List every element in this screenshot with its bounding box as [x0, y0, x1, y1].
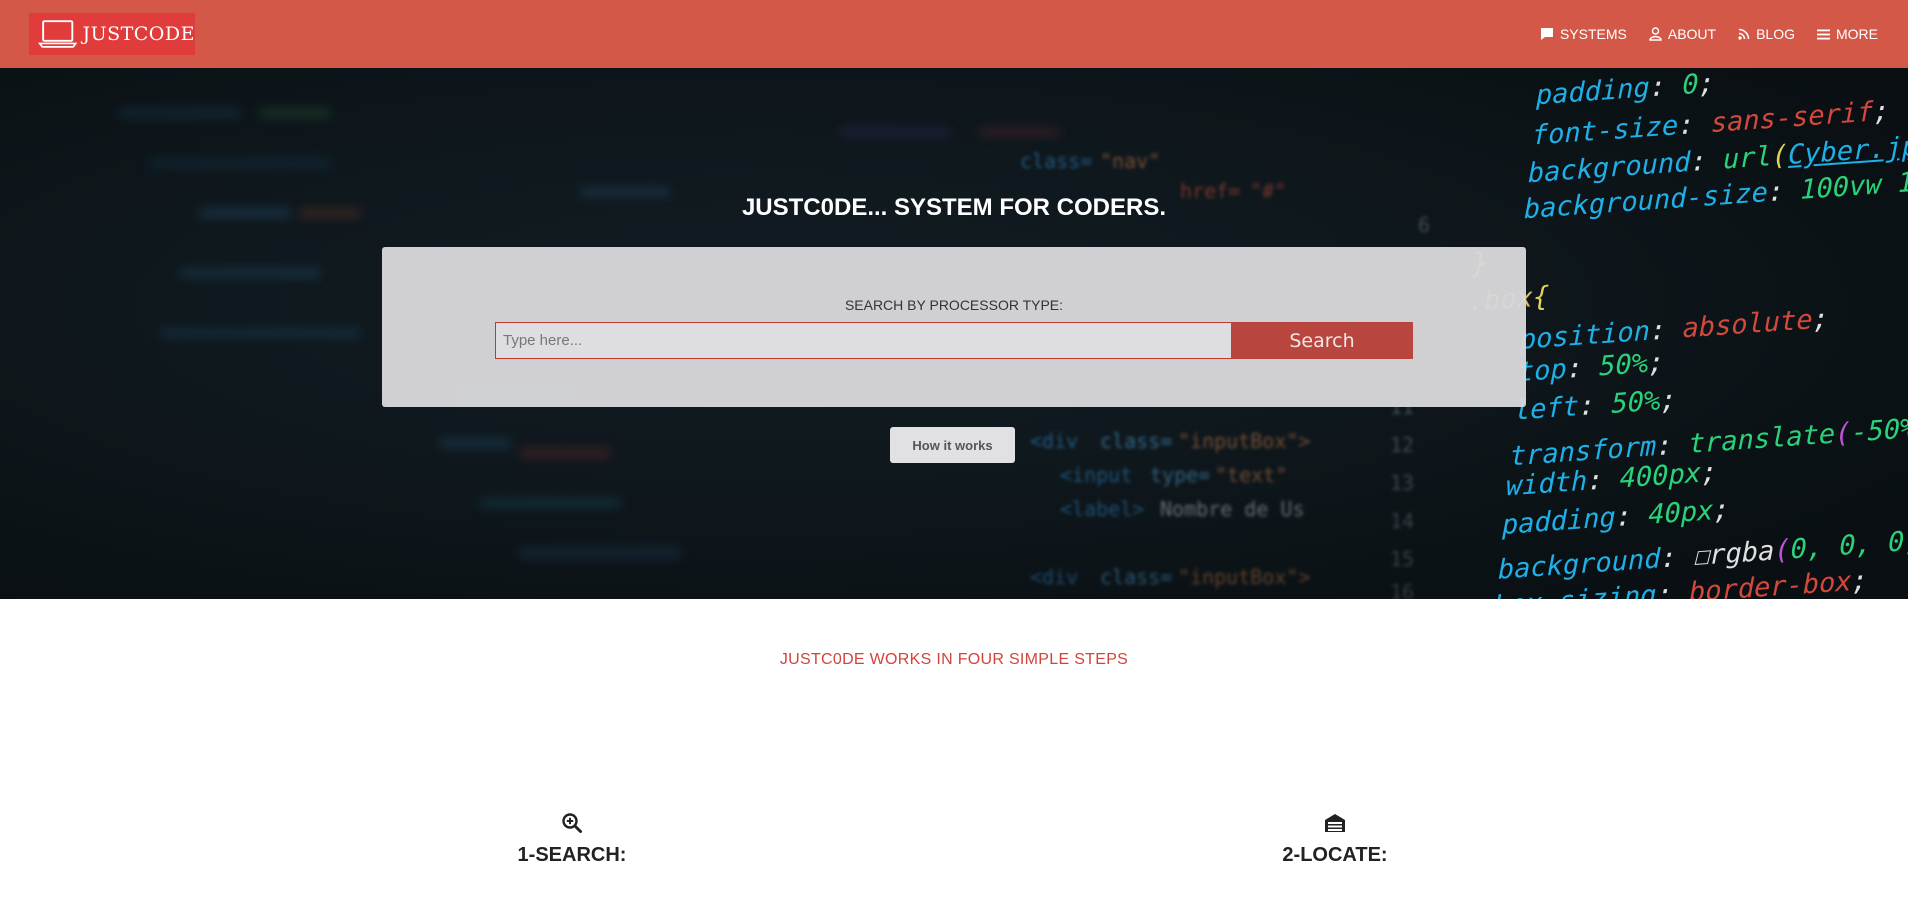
step-search: 1-SEARCH:: [422, 812, 722, 867]
rss-icon: [1738, 28, 1750, 40]
garage-icon: [1325, 814, 1345, 832]
nav-more-label: MORE: [1836, 26, 1878, 42]
nav-systems[interactable]: SYSTEMS: [1540, 26, 1627, 42]
nav-blog-label: BLOG: [1756, 26, 1795, 42]
hero-section: <div class= "inputBox"> <input type= "te…: [0, 68, 1908, 599]
search-panel: SEARCH BY PROCESSOR TYPE: Search: [382, 247, 1526, 407]
menu-icon: [1817, 29, 1830, 39]
hero-title: JUSTC0DE... SYSTEM FOR CODERS.: [741, 194, 1167, 221]
how-it-works-button[interactable]: How it works: [890, 427, 1015, 463]
laptop-icon: [38, 20, 78, 48]
search-label: SEARCH BY PROCESSOR TYPE:: [844, 297, 1064, 313]
step-locate-title: 2-LOCATE:: [1282, 844, 1388, 866]
steps-heading: JUSTC0DE WORKS IN FOUR SIMPLE STEPS: [779, 651, 1129, 668]
step-search-title: 1-SEARCH:: [517, 844, 627, 866]
chat-bubble-icon: [1540, 28, 1553, 40]
nav-about-label: ABOUT: [1667, 26, 1717, 42]
zoom-in-icon: [562, 813, 582, 833]
main-nav: SYSTEMS ABOUT BLOG MORE: [1540, 0, 1878, 68]
nav-more[interactable]: MORE: [1817, 26, 1878, 42]
search-input[interactable]: [495, 322, 1232, 359]
search-button[interactable]: Search: [1231, 322, 1413, 359]
user-icon: [1649, 27, 1662, 41]
nav-about[interactable]: ABOUT: [1649, 26, 1716, 42]
logo-text: JUSTCODE: [82, 23, 195, 45]
nav-blog[interactable]: BLOG: [1738, 26, 1795, 42]
site-logo[interactable]: JUSTCODE: [29, 13, 195, 55]
step-locate: 2-LOCATE:: [1185, 812, 1485, 867]
nav-systems-label: SYSTEMS: [1559, 26, 1627, 42]
top-navbar: JUSTCODE SYSTEMS ABOUT BLOG MORE: [0, 0, 1908, 68]
